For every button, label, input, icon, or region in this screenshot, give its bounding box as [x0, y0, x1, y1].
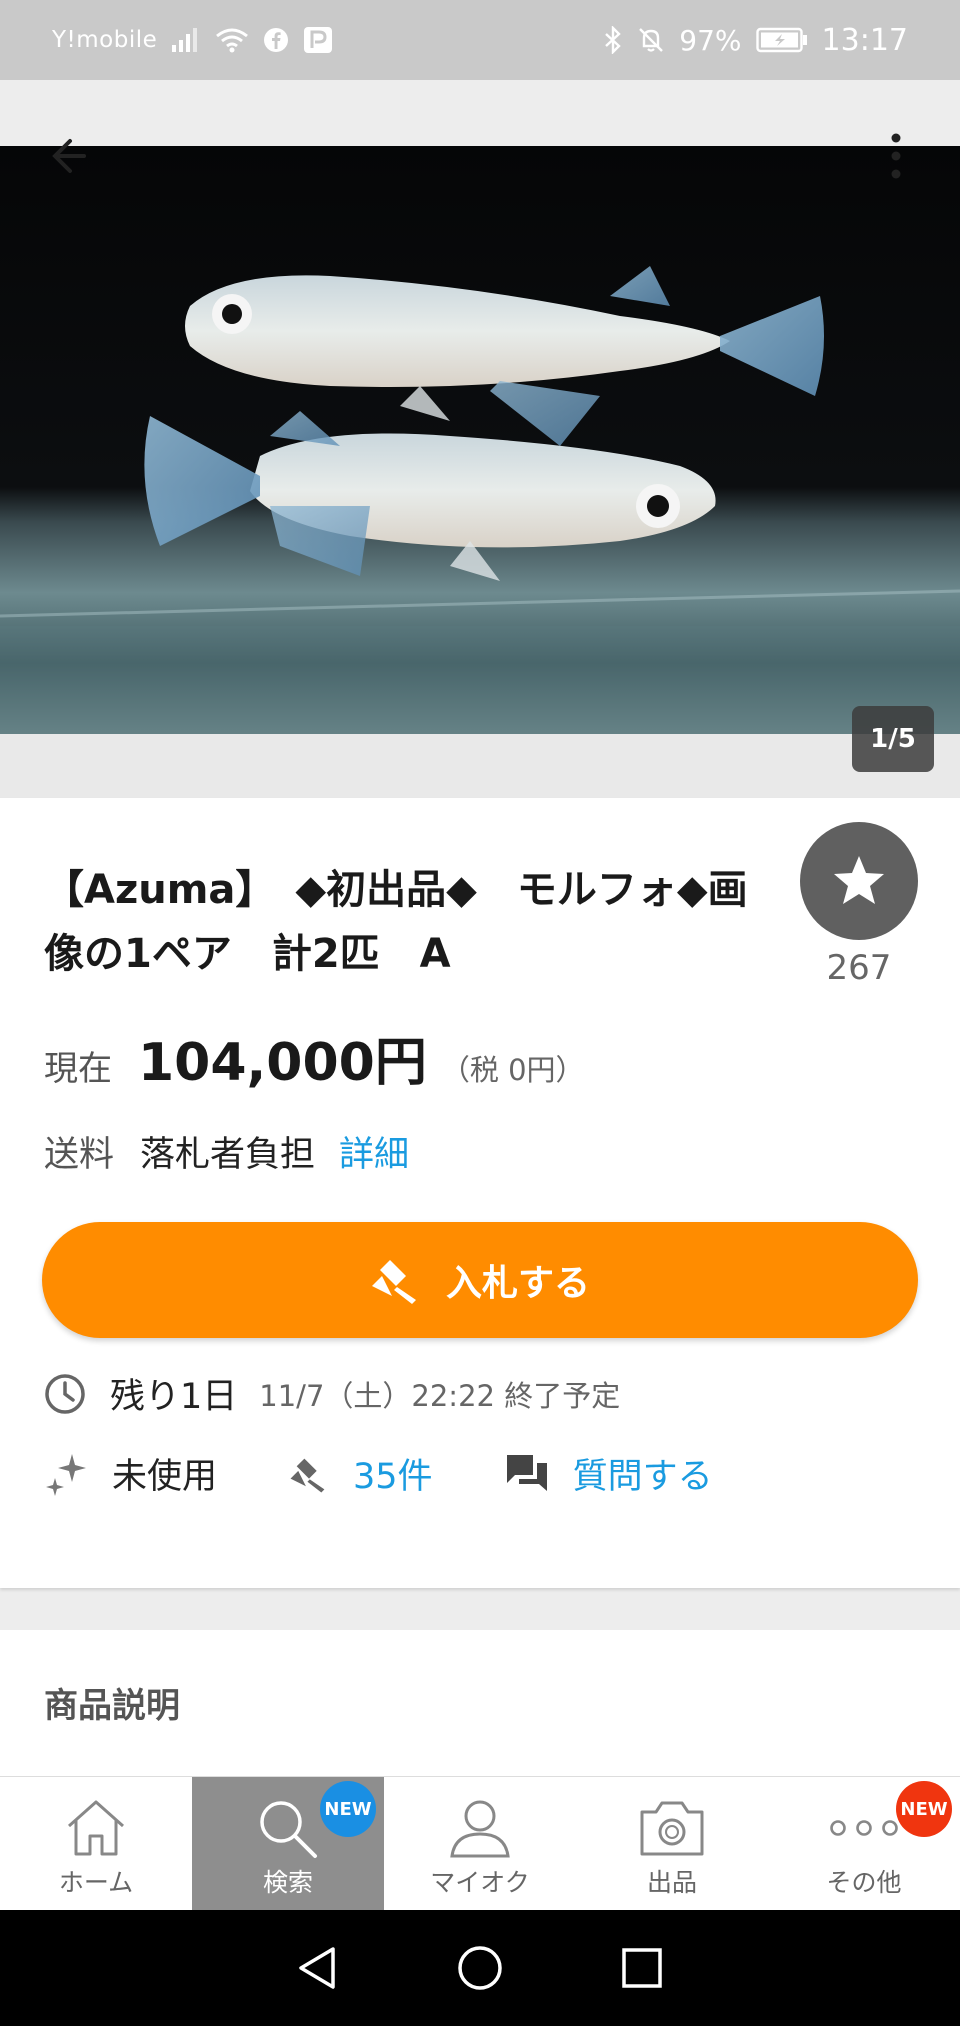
- time-remaining-row: 残り1日 11/7（土）22:22 終了予定: [44, 1368, 620, 1419]
- price-row: 現在 104,000円 （税 0円）: [44, 1020, 585, 1095]
- product-photo[interactable]: [0, 146, 960, 734]
- question-label: 質問する: [572, 1457, 713, 1497]
- tab-bar: ホーム 検索 NEW マイオク 出品 その他 NEW: [0, 1776, 960, 1911]
- mute-bell-icon: [637, 26, 665, 54]
- new-badge: NEW: [320, 1781, 376, 1837]
- facebook-icon: [263, 27, 289, 53]
- wifi-icon: [215, 27, 249, 53]
- price-value: 104,000円: [138, 1033, 427, 1093]
- new-badge: NEW: [896, 1781, 952, 1837]
- bluetooth-icon: [603, 26, 623, 54]
- shipping-value: 落札者負担: [140, 1135, 316, 1175]
- system-nav-bar: [0, 1910, 960, 2026]
- time-left: 残り1日: [110, 1377, 238, 1417]
- shipping-detail-link[interactable]: 詳細: [339, 1126, 409, 1177]
- tab-more[interactable]: その他 NEW: [768, 1777, 960, 1911]
- person-icon: [450, 1800, 510, 1858]
- bid-history-link[interactable]: 35件: [289, 1448, 505, 1499]
- sparkle-icon: [46, 1453, 86, 1496]
- watch-count: 267: [826, 948, 892, 988]
- price-tax: （税 0円）: [440, 1053, 585, 1087]
- tab-home-label: ホーム: [58, 1868, 134, 1897]
- shipping-row: 送料 落札者負担 詳細: [44, 1126, 409, 1177]
- item-title: 【Azuma】 ◆初出品◆ モルフォ◆画像の1ペア 計2匹 A: [44, 867, 748, 977]
- tab-sell[interactable]: 出品: [576, 1777, 768, 1911]
- tab-home[interactable]: ホーム: [0, 1777, 192, 1911]
- tab-search[interactable]: 検索 NEW: [192, 1777, 384, 1911]
- paypay-icon: [303, 26, 333, 54]
- chat-bubble-icon: [506, 1454, 547, 1491]
- fish-photo: [0, 266, 960, 734]
- nav-back-icon[interactable]: [293, 1943, 343, 1993]
- photo-bottom-strip: [0, 734, 960, 798]
- item-info-card: 【Azuma】 ◆初出品◆ モルフォ◆画像の1ペア 計2匹 A 267 現在 1…: [0, 798, 960, 1588]
- search-icon: [260, 1801, 317, 1858]
- bid-button-label: 入札する: [445, 1263, 590, 1304]
- item-meta-row: 未使用 35件 質問する: [44, 1448, 713, 1499]
- gavel-icon: [290, 1458, 325, 1492]
- more-icon: [830, 1820, 898, 1836]
- condition-item: 未使用: [44, 1448, 289, 1499]
- clock: 13:17: [821, 22, 908, 58]
- clock-icon: [45, 1373, 85, 1414]
- condition-label: 未使用: [112, 1457, 218, 1497]
- tab-myauction[interactable]: マイオク: [384, 1777, 576, 1911]
- price-label: 現在: [44, 1049, 112, 1089]
- signal-icon: [171, 27, 201, 53]
- carrier-label: Y!mobile: [52, 27, 158, 53]
- nav-home-icon[interactable]: [455, 1943, 505, 1993]
- star-icon: [834, 856, 884, 904]
- header-background: [0, 80, 960, 146]
- more-vert-icon[interactable]: [876, 126, 916, 186]
- description-section: 商品説明: [0, 1630, 960, 1778]
- back-arrow-icon[interactable]: [44, 126, 104, 186]
- image-counter: 1/5: [852, 706, 934, 772]
- bid-count: 35件: [353, 1457, 433, 1497]
- camera-icon: [640, 1801, 704, 1856]
- end-time: 11/7（土）22:22 終了予定: [259, 1378, 621, 1413]
- home-icon: [68, 1800, 124, 1856]
- battery-icon: [755, 27, 808, 53]
- description-title: 商品説明: [44, 1686, 180, 1726]
- shipping-label: 送料: [44, 1135, 115, 1175]
- question-link[interactable]: 質問する: [505, 1448, 713, 1499]
- tab-sell-label: 出品: [646, 1868, 697, 1897]
- tab-more-label: その他: [826, 1868, 902, 1897]
- gavel-icon: [371, 1260, 416, 1304]
- watchlist-button[interactable]: [800, 822, 918, 940]
- nav-recents-icon[interactable]: [617, 1943, 667, 1993]
- bid-button[interactable]: 入札する: [42, 1222, 918, 1338]
- battery-percent: 97%: [679, 23, 742, 57]
- tab-myauction-label: マイオク: [430, 1868, 530, 1897]
- status-bar: Y!mobile 97% 13:17: [0, 0, 960, 80]
- tab-search-label: 検索: [262, 1868, 313, 1897]
